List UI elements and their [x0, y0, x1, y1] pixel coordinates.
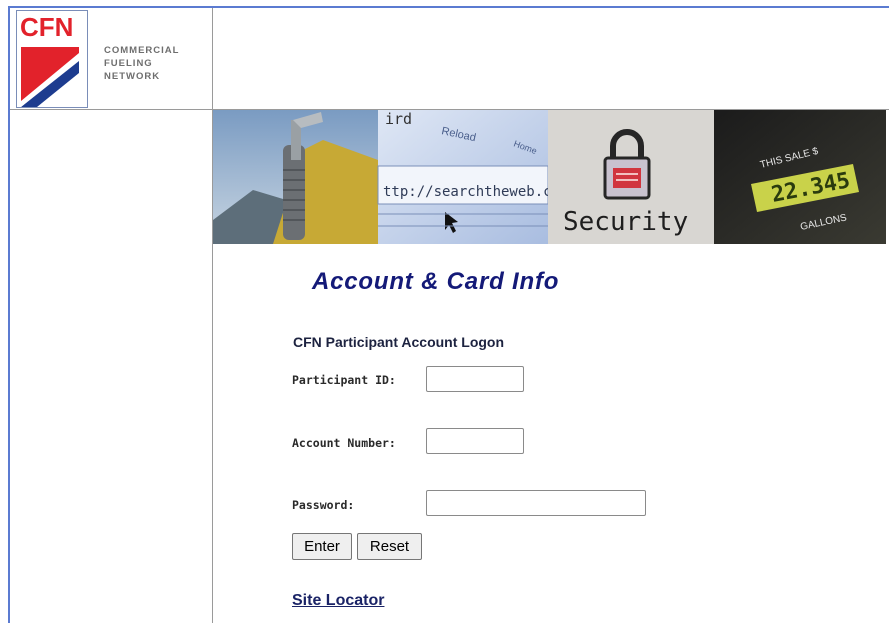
frame-top-border [8, 6, 889, 8]
cfn-logo[interactable]: CFN [16, 10, 88, 108]
header-banner: ird Reload Home ttp://searchtheweb.co Se… [213, 110, 886, 244]
logon-heading: CFN Participant Account Logon [293, 334, 505, 350]
password-input[interactable] [426, 490, 646, 516]
password-label: Password: [292, 498, 355, 512]
security-label: Security [563, 207, 688, 237]
frame-left-border [8, 6, 10, 623]
account-number-input[interactable] [426, 428, 524, 454]
brand-line-network: NETWORK [104, 71, 161, 82]
brand-line-commercial: COMMERCIAL [104, 45, 180, 56]
cfn-logo-mark: CFN [17, 11, 87, 107]
enter-button[interactable]: Enter [292, 533, 352, 560]
account-number-label: Account Number: [292, 436, 396, 450]
security-panel: Security [548, 110, 714, 244]
logo-mark-text: CFN [20, 12, 73, 42]
fuel-pump-display: THIS SALE $ 22.345 GALLONS [714, 110, 886, 244]
brand-line-fueling: FUELING [104, 58, 153, 69]
participant-id-input[interactable] [426, 366, 524, 392]
brand-text: COMMERCIAL FUELING NETWORK [104, 44, 179, 83]
sidebar-divider [212, 8, 213, 623]
browser-url-text: ttp://searchtheweb.co [383, 184, 560, 200]
site-locator-link[interactable]: Site Locator [292, 592, 384, 610]
participant-id-label: Participant ID: [292, 373, 396, 387]
page-title: Account & Card Info [312, 268, 560, 295]
truck-photo [213, 110, 378, 244]
browser-url-bar: ird Reload Home ttp://searchtheweb.co [377, 110, 560, 244]
browser-text-ird: ird [385, 110, 412, 128]
reset-button[interactable]: Reset [357, 533, 422, 560]
